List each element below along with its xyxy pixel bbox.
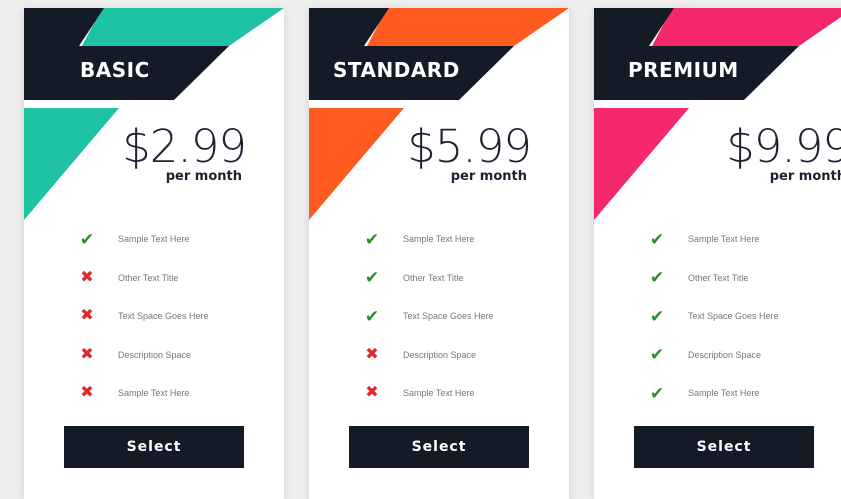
feature-item: ✖ Text Space Goes Here — [74, 297, 274, 336]
accent-band — [24, 108, 119, 220]
check-icon: ✔ — [649, 268, 665, 288]
pricing-card-basic: BASIC $2.99 per month ✔ Sample Text Here … — [24, 8, 284, 499]
feature-label: Other Text Title — [688, 272, 749, 283]
check-icon: ✔ — [364, 268, 380, 288]
feature-item: ✔ Description Space — [644, 336, 841, 375]
feature-item: ✔ Other Text Title — [644, 259, 841, 298]
accent-stripe — [652, 8, 841, 46]
check-icon: ✔ — [649, 306, 665, 326]
plan-price: $9.99 — [726, 120, 841, 173]
feature-label: Sample Text Here — [403, 388, 475, 399]
check-icon: ✔ — [364, 306, 380, 326]
accent-stripe — [82, 8, 284, 46]
feature-label: Text Space Goes Here — [118, 311, 209, 322]
feature-item: ✔ Sample Text Here — [644, 374, 841, 413]
cross-icon: ✖ — [365, 345, 379, 363]
feature-item: ✖ Description Space — [74, 336, 274, 375]
header-decoration — [24, 8, 284, 228]
feature-label: Sample Text Here — [403, 234, 475, 245]
header-decoration — [309, 8, 569, 228]
feature-item: ✖ Description Space — [359, 336, 559, 375]
feature-label: Other Text Title — [403, 272, 464, 283]
feature-label: Sample Text Here — [688, 388, 760, 399]
feature-list: ✔ Sample Text Here ✔ Other Text Title ✔ Tex… — [359, 220, 559, 413]
cross-icon: ✖ — [365, 384, 379, 402]
select-button[interactable]: Select — [64, 426, 244, 468]
feature-item: ✔ Text Space Goes Here — [359, 297, 559, 336]
feature-label: Sample Text Here — [118, 234, 190, 245]
feature-item: ✔ Sample Text Here — [359, 220, 559, 259]
plan-period: per month — [450, 169, 527, 184]
cross-icon: ✖ — [80, 384, 94, 402]
feature-label: Description Space — [118, 349, 192, 360]
check-icon: ✔ — [649, 383, 665, 403]
plan-name: BASIC — [80, 58, 150, 82]
feature-list: ✔ Sample Text Here ✔ Other Text Title ✔ Tex… — [644, 220, 841, 413]
accent-band — [309, 108, 404, 220]
feature-label: Other Text Title — [118, 272, 179, 283]
feature-item: ✔ Other Text Title — [359, 259, 559, 298]
cross-icon: ✖ — [80, 345, 94, 363]
feature-item: ✔ Text Space Goes Here — [644, 297, 841, 336]
check-icon: ✔ — [79, 229, 95, 249]
plan-price: $5.99 — [407, 120, 532, 173]
feature-list: ✔ Sample Text Here ✖ Other Text Title ✖ Tex… — [74, 220, 274, 413]
select-button[interactable]: Select — [349, 426, 529, 468]
feature-label: Text Space Goes Here — [688, 311, 779, 322]
feature-label: Text Space Goes Here — [403, 311, 494, 322]
feature-label: Sample Text Here — [688, 234, 760, 245]
select-button[interactable]: Select — [634, 426, 814, 468]
plan-name: PREMIUM — [628, 58, 739, 82]
accent-band — [594, 108, 689, 220]
plan-name: STANDARD — [333, 58, 460, 82]
feature-item: ✔ Sample Text Here — [644, 220, 841, 259]
header-decoration — [594, 8, 841, 228]
pricing-card-standard: STANDARD $5.99 per month ✔ Sample Text He… — [309, 8, 569, 499]
plan-period: per month — [165, 169, 242, 184]
feature-item: ✖ Sample Text Here — [74, 374, 274, 413]
cross-icon: ✖ — [80, 307, 94, 325]
feature-label: Description Space — [403, 349, 477, 360]
feature-item: ✔ Sample Text Here — [74, 220, 274, 259]
plan-period: per month — [769, 169, 841, 184]
check-icon: ✔ — [649, 345, 665, 365]
feature-label: Description Space — [688, 349, 762, 360]
cross-icon: ✖ — [80, 268, 94, 286]
check-icon: ✔ — [364, 229, 380, 249]
accent-stripe — [367, 8, 569, 46]
feature-item: ✖ Sample Text Here — [359, 374, 559, 413]
plan-price: $2.99 — [122, 120, 247, 173]
feature-label: Sample Text Here — [118, 388, 190, 399]
check-icon: ✔ — [649, 229, 665, 249]
feature-item: ✖ Other Text Title — [74, 259, 274, 298]
pricing-card-premium: PREMIUM $9.99 per month ✔ Sample Text Her… — [594, 8, 841, 499]
